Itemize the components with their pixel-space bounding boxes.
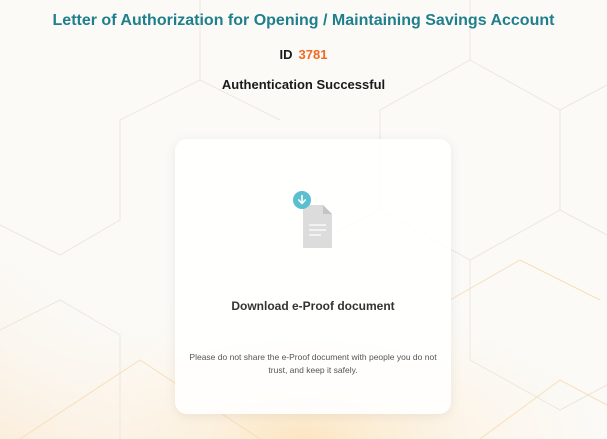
download-eproof-link[interactable]: Download e-Proof document <box>175 299 451 313</box>
page: Letter of Authorization for Opening / Ma… <box>0 0 607 439</box>
id-value: 3781 <box>298 47 328 62</box>
security-notice: Please do not share the e-Proof document… <box>189 352 437 375</box>
id-label: ID <box>279 47 293 62</box>
page-title: Letter of Authorization for Opening / Ma… <box>52 12 555 29</box>
download-document-icon[interactable] <box>291 189 337 249</box>
authentication-status: Authentication Successful <box>221 77 386 92</box>
download-card: Download e-Proof document Please do not … <box>175 139 451 414</box>
request-id: ID 3781 <box>0 47 607 62</box>
